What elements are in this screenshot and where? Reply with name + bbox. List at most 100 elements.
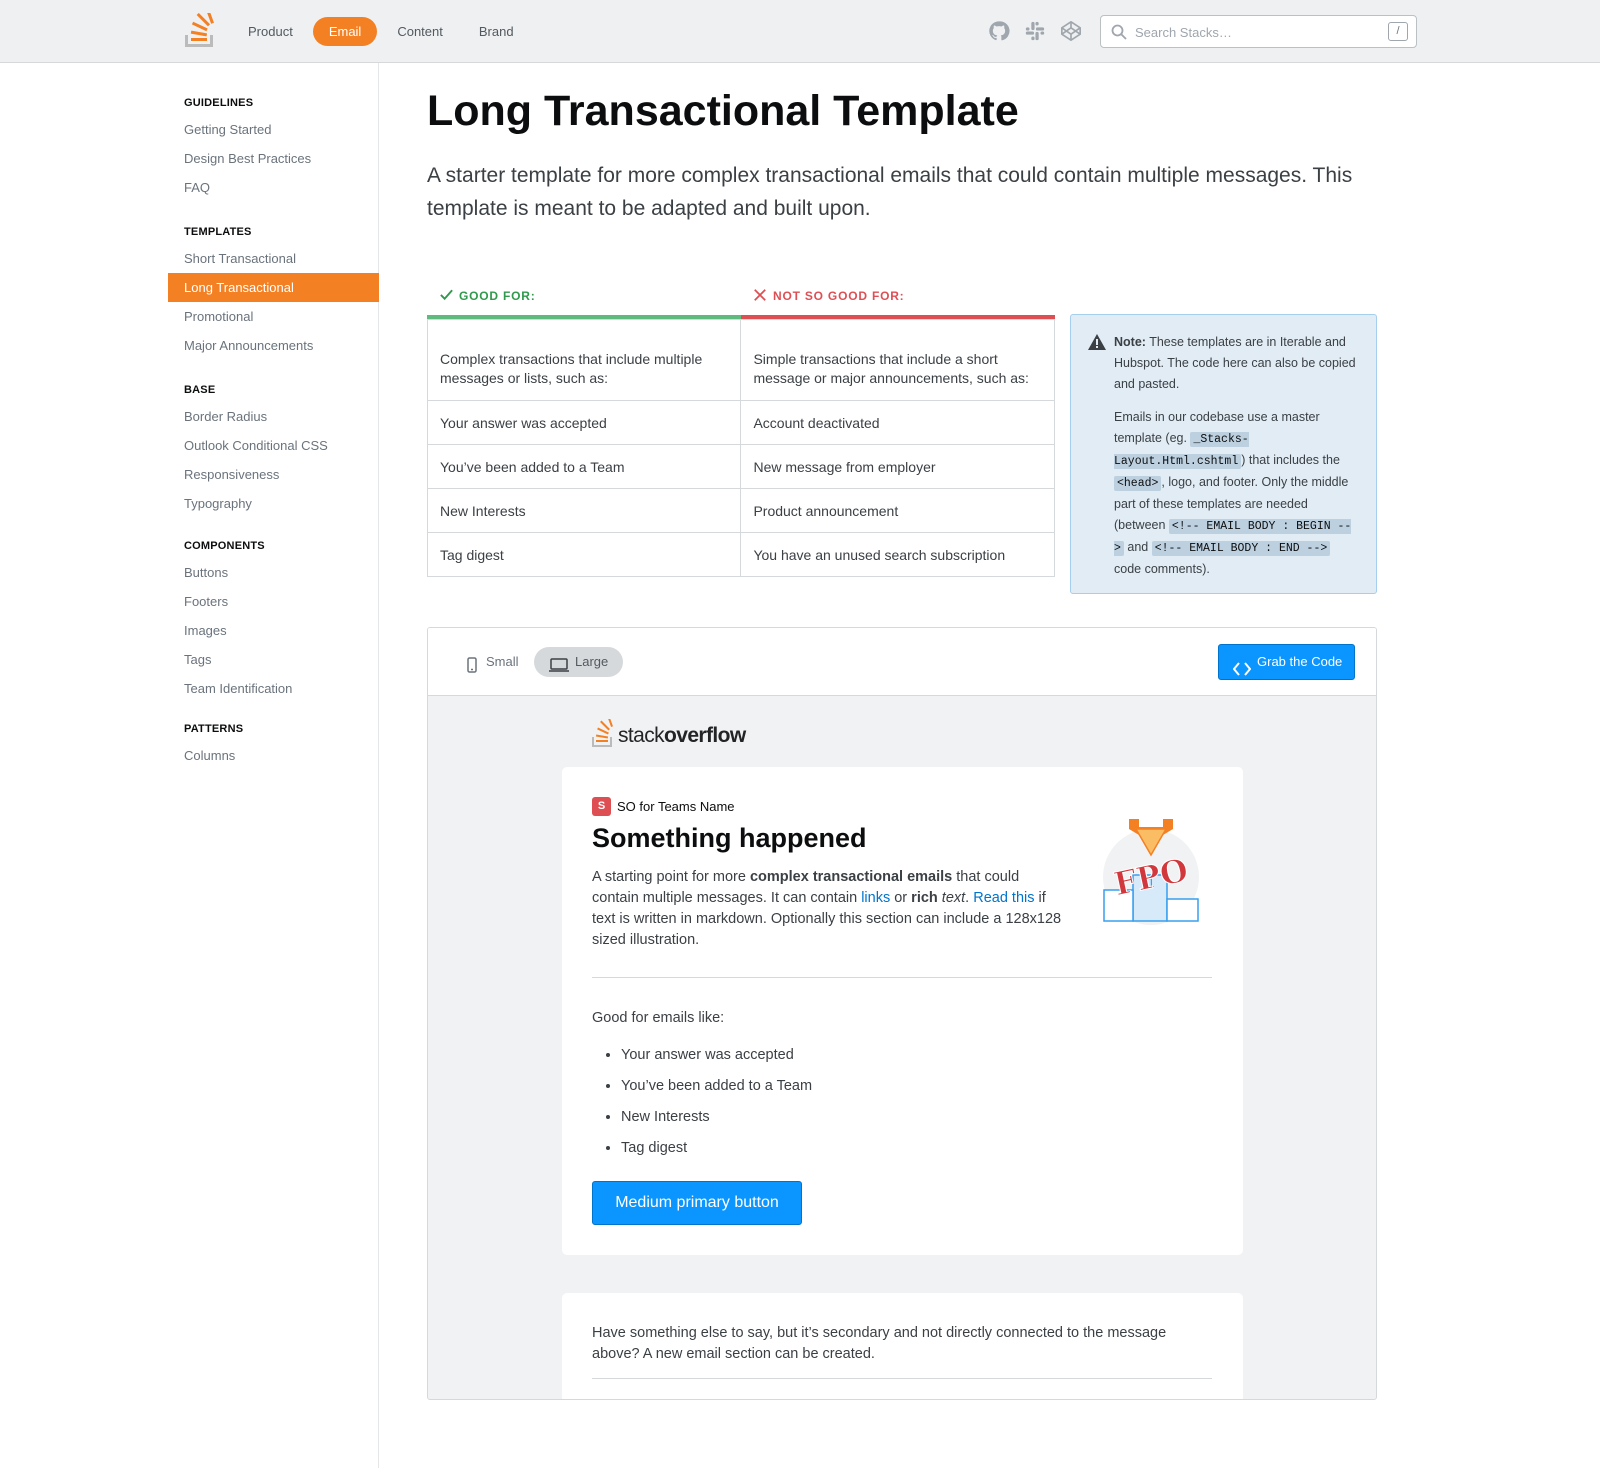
fpo-illustration: 1 FPO	[1096, 815, 1206, 930]
good-for-grid: Complex transactions that include multip…	[426, 319, 1055, 577]
note-paragraph-2: Emails in our codebase use a master temp…	[1114, 407, 1360, 580]
table-row: Complex transactions that include multip…	[426, 319, 1055, 401]
table-cell: Product announcement	[740, 488, 1055, 533]
page-title: Long Transactional Template	[427, 87, 1019, 135]
search-input[interactable]: Search Stacks… /	[1100, 15, 1417, 48]
not-good-for-intro: Simple transactions that include a short…	[740, 319, 1055, 401]
github-icon[interactable]	[988, 20, 1010, 42]
sidebar-item-outlook-conditional-css[interactable]: Outlook Conditional CSS	[168, 431, 379, 460]
nav-product[interactable]: Product	[232, 17, 309, 46]
code-icon	[1232, 655, 1252, 676]
table-cell: You have an unused search subscription	[740, 532, 1055, 577]
slack-icon[interactable]	[1024, 20, 1046, 42]
size-small-button[interactable]: Small	[450, 647, 534, 677]
stacks-logo-icon[interactable]	[183, 7, 217, 49]
sidebar-item-promotional[interactable]: Promotional	[168, 302, 379, 331]
code-snippet: <head>	[1114, 476, 1162, 491]
page-lede: A starter template for more complex tran…	[427, 164, 1353, 220]
stackoverflow-logo-icon	[591, 715, 615, 748]
laptop-icon	[548, 654, 570, 672]
good-for-table: GOOD FOR: NOT SO GOOD FOR: Complex trans…	[426, 281, 1055, 577]
nav-content[interactable]: Content	[381, 17, 459, 46]
sidebar-section-base: BASE Border Radius Outlook Conditional C…	[168, 384, 379, 518]
sidebar-section-guidelines: GUIDELINES Getting Started Design Best P…	[168, 97, 379, 202]
note-callout: Note: These templates are in Iterable an…	[1070, 314, 1377, 594]
note-label: Note:	[1114, 335, 1146, 349]
table-cell: You’ve been added to a Team	[426, 444, 742, 489]
close-icon	[754, 289, 766, 301]
note-text: and	[1123, 540, 1152, 554]
not-good-for-label: NOT SO GOOD FOR:	[773, 289, 905, 303]
sidebar-item-faq[interactable]: FAQ	[168, 173, 379, 202]
sidebar-item-images[interactable]: Images	[168, 616, 379, 645]
search-icon	[1111, 24, 1127, 40]
size-large-label: Large	[575, 654, 609, 669]
nav-brand[interactable]: Brand	[463, 17, 530, 46]
sidebar-item-design-best-practices[interactable]: Design Best Practices	[168, 144, 379, 173]
list-item: You’ve been added to a Team	[621, 1071, 812, 1102]
code-snippet: <!-- EMAIL BODY : END -->	[1151, 541, 1331, 556]
body-text: or	[890, 890, 912, 906]
email-heading: Something happened	[592, 823, 867, 853]
sidebar-section-patterns: PATTERNS Columns	[168, 723, 379, 770]
note-text: code comments).	[1114, 562, 1210, 576]
note-text: ) that includes the	[1241, 453, 1340, 467]
stackoverflow-logo: stackoverflow	[591, 715, 746, 748]
list-item: Your answer was accepted	[621, 1040, 812, 1071]
sidebar-item-long-transactional[interactable]: Long Transactional	[168, 273, 379, 302]
table-cell: New Interests	[426, 488, 742, 533]
sidebar-heading: PATTERNS	[184, 723, 244, 735]
sidebar-item-short-transactional[interactable]: Short Transactional	[168, 244, 379, 273]
sidebar-heading: GUIDELINES	[184, 97, 254, 109]
grab-code-button[interactable]: Grab the Code	[1218, 644, 1355, 680]
sidebar-item-team-identification[interactable]: Team Identification	[168, 674, 379, 703]
sidebar-item-tags[interactable]: Tags	[168, 645, 379, 674]
good-for-emails-label: Good for emails like:	[592, 1010, 725, 1026]
codepen-icon[interactable]	[1060, 20, 1082, 42]
sidebar-item-border-radius[interactable]: Border Radius	[168, 402, 379, 431]
sidebar-heading: BASE	[184, 384, 216, 396]
wordmark-light: stack	[618, 724, 665, 747]
body-link[interactable]: links	[861, 890, 890, 906]
size-large-button[interactable]: Large	[534, 647, 624, 677]
sidebar-section-components: COMPONENTS Buttons Footers Images Tags T…	[168, 540, 379, 703]
sidebar-item-columns[interactable]: Columns	[168, 741, 379, 770]
medium-primary-button[interactable]: Medium primary button	[592, 1181, 802, 1225]
top-nav: Product Email Content Brand	[232, 17, 530, 46]
search-placeholder: Search Stacks…	[1135, 25, 1232, 40]
list-item: Tag digest	[621, 1133, 812, 1164]
sidebar-item-responsiveness[interactable]: Responsiveness	[168, 460, 379, 489]
table-row: New Interests Product announcement	[426, 488, 1055, 533]
grab-code-label: Grab the Code	[1257, 654, 1343, 669]
sidebar-item-getting-started[interactable]: Getting Started	[168, 115, 379, 144]
sidebar-heading: COMPONENTS	[184, 540, 265, 552]
sidebar-heading: TEMPLATES	[184, 226, 252, 238]
check-icon	[440, 289, 453, 301]
nav-email[interactable]: Email	[312, 17, 378, 46]
list-item: New Interests	[621, 1102, 812, 1133]
good-for-emails-list: Your answer was accepted You’ve been add…	[621, 1040, 812, 1164]
good-for-label: GOOD FOR:	[459, 289, 536, 303]
sidebar-item-typography[interactable]: Typography	[168, 489, 379, 518]
email-card-secondary: Have something else to say, but it’s sec…	[562, 1293, 1243, 1399]
email-body: A starting point for more complex transa…	[592, 867, 1062, 951]
sidebar-item-major-announcements[interactable]: Major Announcements	[168, 331, 379, 360]
wordmark-bold: overflow	[664, 724, 746, 747]
note-text: These templates are in Iterable and Hubs…	[1114, 335, 1356, 391]
sidebar-item-footers[interactable]: Footers	[168, 587, 379, 616]
mobile-icon	[464, 654, 480, 673]
secondary-text: Have something else to say, but it’s sec…	[592, 1325, 1167, 1362]
sidebar-section-templates: TEMPLATES Short Transactional Long Trans…	[168, 226, 379, 360]
size-small-label: Small	[486, 654, 519, 669]
stackoverflow-wordmark: stackoverflow	[618, 724, 746, 748]
warning-icon	[1088, 334, 1106, 350]
top-icons	[988, 20, 1082, 42]
sidebar-item-buttons[interactable]: Buttons	[168, 558, 379, 587]
search-shortcut-key: /	[1388, 22, 1408, 41]
read-this-link[interactable]: Read this	[973, 890, 1034, 906]
good-for-intro: Complex transactions that include multip…	[426, 319, 742, 401]
table-row: Your answer was accepted Account deactiv…	[426, 400, 1055, 445]
table-cell: New message from employer	[740, 444, 1055, 489]
sidebar: GUIDELINES Getting Started Design Best P…	[0, 63, 379, 1468]
body-italic: text	[941, 890, 966, 906]
